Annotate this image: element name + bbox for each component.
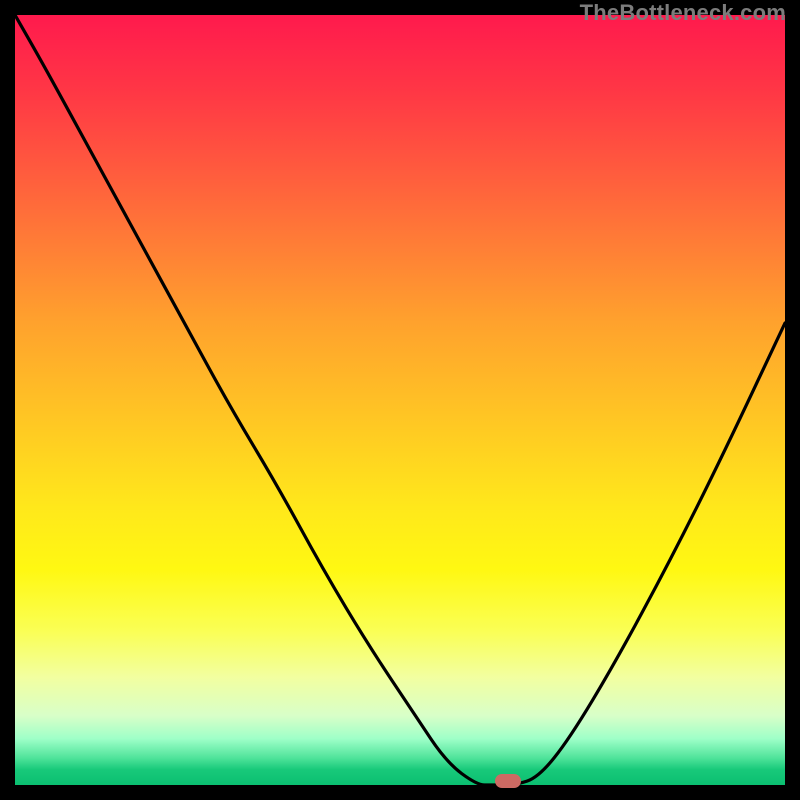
optimal-point-marker bbox=[495, 774, 521, 788]
chart-frame: TheBottleneck.com bbox=[0, 0, 800, 800]
plot-area bbox=[15, 15, 785, 785]
bottleneck-curve bbox=[15, 15, 785, 785]
